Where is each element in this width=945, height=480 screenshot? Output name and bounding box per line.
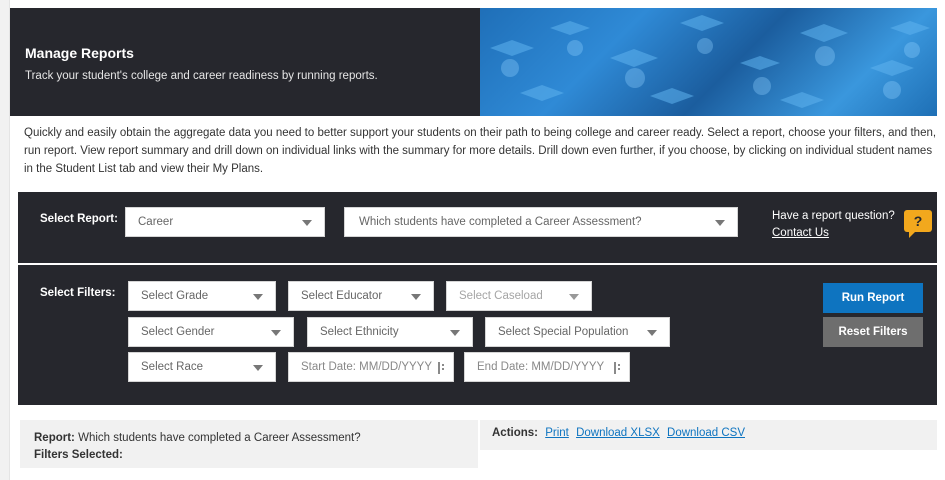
filters-selected-line: Filters Selected: bbox=[34, 447, 464, 464]
caseload-select[interactable]: Select Caseload bbox=[446, 281, 592, 311]
end-date-placeholder: End Date: MM/DD/YYYY bbox=[477, 361, 605, 373]
gender-select[interactable]: Select Gender bbox=[128, 317, 294, 347]
special-population-select[interactable]: Select Special Population bbox=[485, 317, 670, 347]
chevron-down-icon bbox=[253, 365, 263, 371]
grade-select[interactable]: Select Grade bbox=[128, 281, 276, 311]
gender-select-value: Select Gender bbox=[141, 326, 215, 338]
report-question-value: Which students have completed a Career A… bbox=[359, 216, 642, 228]
reset-filters-button[interactable]: Reset Filters bbox=[823, 317, 923, 347]
page-header-banner: Manage Reports Track your student's coll… bbox=[10, 8, 937, 116]
start-date-placeholder: Start Date: MM/DD/YYYY bbox=[301, 361, 433, 373]
chevron-down-icon bbox=[411, 294, 421, 300]
report-selector-bar: Select Report: Career Which students hav… bbox=[18, 192, 937, 263]
intro-paragraph: Quickly and easily obtain the aggregate … bbox=[24, 127, 937, 175]
ethnicity-select-value: Select Ethnicity bbox=[320, 326, 399, 338]
report-summary-line: Report: Which students have completed a … bbox=[34, 430, 464, 447]
report-question-select[interactable]: Which students have completed a Career A… bbox=[344, 207, 738, 237]
educator-select[interactable]: Select Educator bbox=[288, 281, 434, 311]
page-title: Manage Reports bbox=[25, 45, 134, 61]
report-summary-value: Which students have completed a Career A… bbox=[78, 432, 361, 444]
print-link[interactable]: Print bbox=[545, 427, 569, 439]
filters-selected-label: Filters Selected: bbox=[34, 449, 123, 461]
manage-reports-page: Manage Reports Track your student's coll… bbox=[10, 0, 945, 480]
chevron-down-icon bbox=[647, 330, 657, 336]
download-csv-link[interactable]: Download CSV bbox=[667, 427, 745, 439]
chevron-down-icon bbox=[271, 330, 281, 336]
report-category-select[interactable]: Career bbox=[125, 207, 325, 237]
chevron-down-icon bbox=[253, 294, 263, 300]
select-filters-label: Select Filters: bbox=[40, 287, 116, 299]
report-question-help: Have a report question? Contact Us bbox=[772, 208, 895, 242]
calendar-icon[interactable] bbox=[438, 362, 445, 374]
chevron-down-icon bbox=[715, 220, 725, 226]
ethnicity-select[interactable]: Select Ethnicity bbox=[307, 317, 473, 347]
run-report-button[interactable]: Run Report bbox=[823, 283, 923, 313]
report-category-value: Career bbox=[138, 216, 174, 228]
report-summary-label: Report: bbox=[34, 432, 75, 444]
grade-select-value: Select Grade bbox=[141, 290, 209, 302]
educator-select-value: Select Educator bbox=[301, 290, 383, 302]
contact-us-link[interactable]: Contact Us bbox=[772, 227, 829, 239]
page-subtitle: Track your student's college and career … bbox=[25, 70, 378, 82]
special-population-select-value: Select Special Population bbox=[498, 326, 629, 338]
chevron-down-icon bbox=[569, 294, 579, 300]
caseload-select-value: Select Caseload bbox=[459, 290, 543, 302]
filters-bar: Select Filters: Select Grade Select Educ… bbox=[18, 265, 937, 405]
select-report-label: Select Report: bbox=[40, 213, 118, 225]
help-question-text: Have a report question? bbox=[772, 210, 895, 222]
chevron-down-icon bbox=[450, 330, 460, 336]
chevron-down-icon bbox=[302, 220, 312, 226]
left-edge-divider bbox=[0, 0, 10, 480]
graduation-banner-image bbox=[480, 8, 937, 116]
question-chat-icon[interactable]: ? bbox=[904, 210, 932, 238]
start-date-input[interactable]: Start Date: MM/DD/YYYY bbox=[288, 352, 454, 382]
download-xlsx-link[interactable]: Download XLSX bbox=[576, 427, 660, 439]
race-select[interactable]: Select Race bbox=[128, 352, 276, 382]
end-date-input[interactable]: End Date: MM/DD/YYYY bbox=[464, 352, 630, 382]
actions-label: Actions: bbox=[492, 427, 538, 439]
race-select-value: Select Race bbox=[141, 361, 204, 373]
calendar-icon[interactable] bbox=[614, 362, 621, 374]
report-actions-panel: Actions: Print Download XLSX Download CS… bbox=[480, 420, 937, 450]
report-summary-panel: Report: Which students have completed a … bbox=[20, 420, 478, 468]
